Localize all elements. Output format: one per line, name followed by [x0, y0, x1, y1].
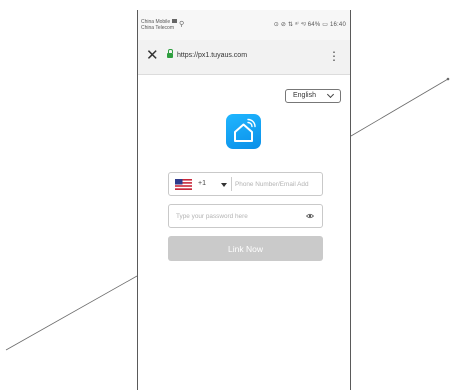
- password-row: [168, 204, 323, 228]
- browser-address-bar: ✕ https://px1.tuyaus.com ⋮: [138, 40, 350, 75]
- signal-icon: [172, 19, 178, 23]
- chevron-down-icon: [326, 90, 335, 99]
- carrier-info: China Mobile China Telecom ⚲: [141, 19, 184, 31]
- phone-frame: China Mobile China Telecom ⚲ ⊙ ⊘ ⇅ ᵃⁱ ⁴ᵍ…: [137, 10, 351, 390]
- status-indicators: ⊙ ⊘ ⇅ ᵃⁱ ⁴ᵍ 64% ▭ 16:40: [273, 22, 346, 28]
- link-now-button[interactable]: Link Now: [168, 236, 323, 261]
- app-logo: [226, 114, 261, 149]
- eye-icon[interactable]: [306, 213, 314, 219]
- phone-number-row: +1: [168, 172, 323, 196]
- home-wifi-icon: [234, 118, 256, 142]
- lock-icon: [167, 49, 173, 58]
- status-bar: China Mobile China Telecom ⚲ ⊙ ⊘ ⇅ ᵃⁱ ⁴ᵍ…: [138, 10, 350, 40]
- language-selected: English: [293, 92, 316, 99]
- caret-down-icon[interactable]: [221, 183, 227, 187]
- carrier-name-2: China Telecom: [141, 25, 174, 31]
- close-icon[interactable]: ✕: [146, 47, 159, 65]
- phone-email-input[interactable]: [235, 176, 321, 192]
- usb-icon: ⚲: [179, 21, 185, 28]
- password-input[interactable]: [176, 209, 301, 223]
- url-text[interactable]: https://px1.tuyaus.com: [177, 52, 247, 59]
- field-divider: [231, 177, 232, 191]
- menu-icon[interactable]: ⋮: [328, 50, 340, 62]
- country-code[interactable]: +1: [198, 180, 206, 187]
- language-select[interactable]: English: [285, 89, 341, 103]
- us-flag-icon[interactable]: [175, 179, 192, 190]
